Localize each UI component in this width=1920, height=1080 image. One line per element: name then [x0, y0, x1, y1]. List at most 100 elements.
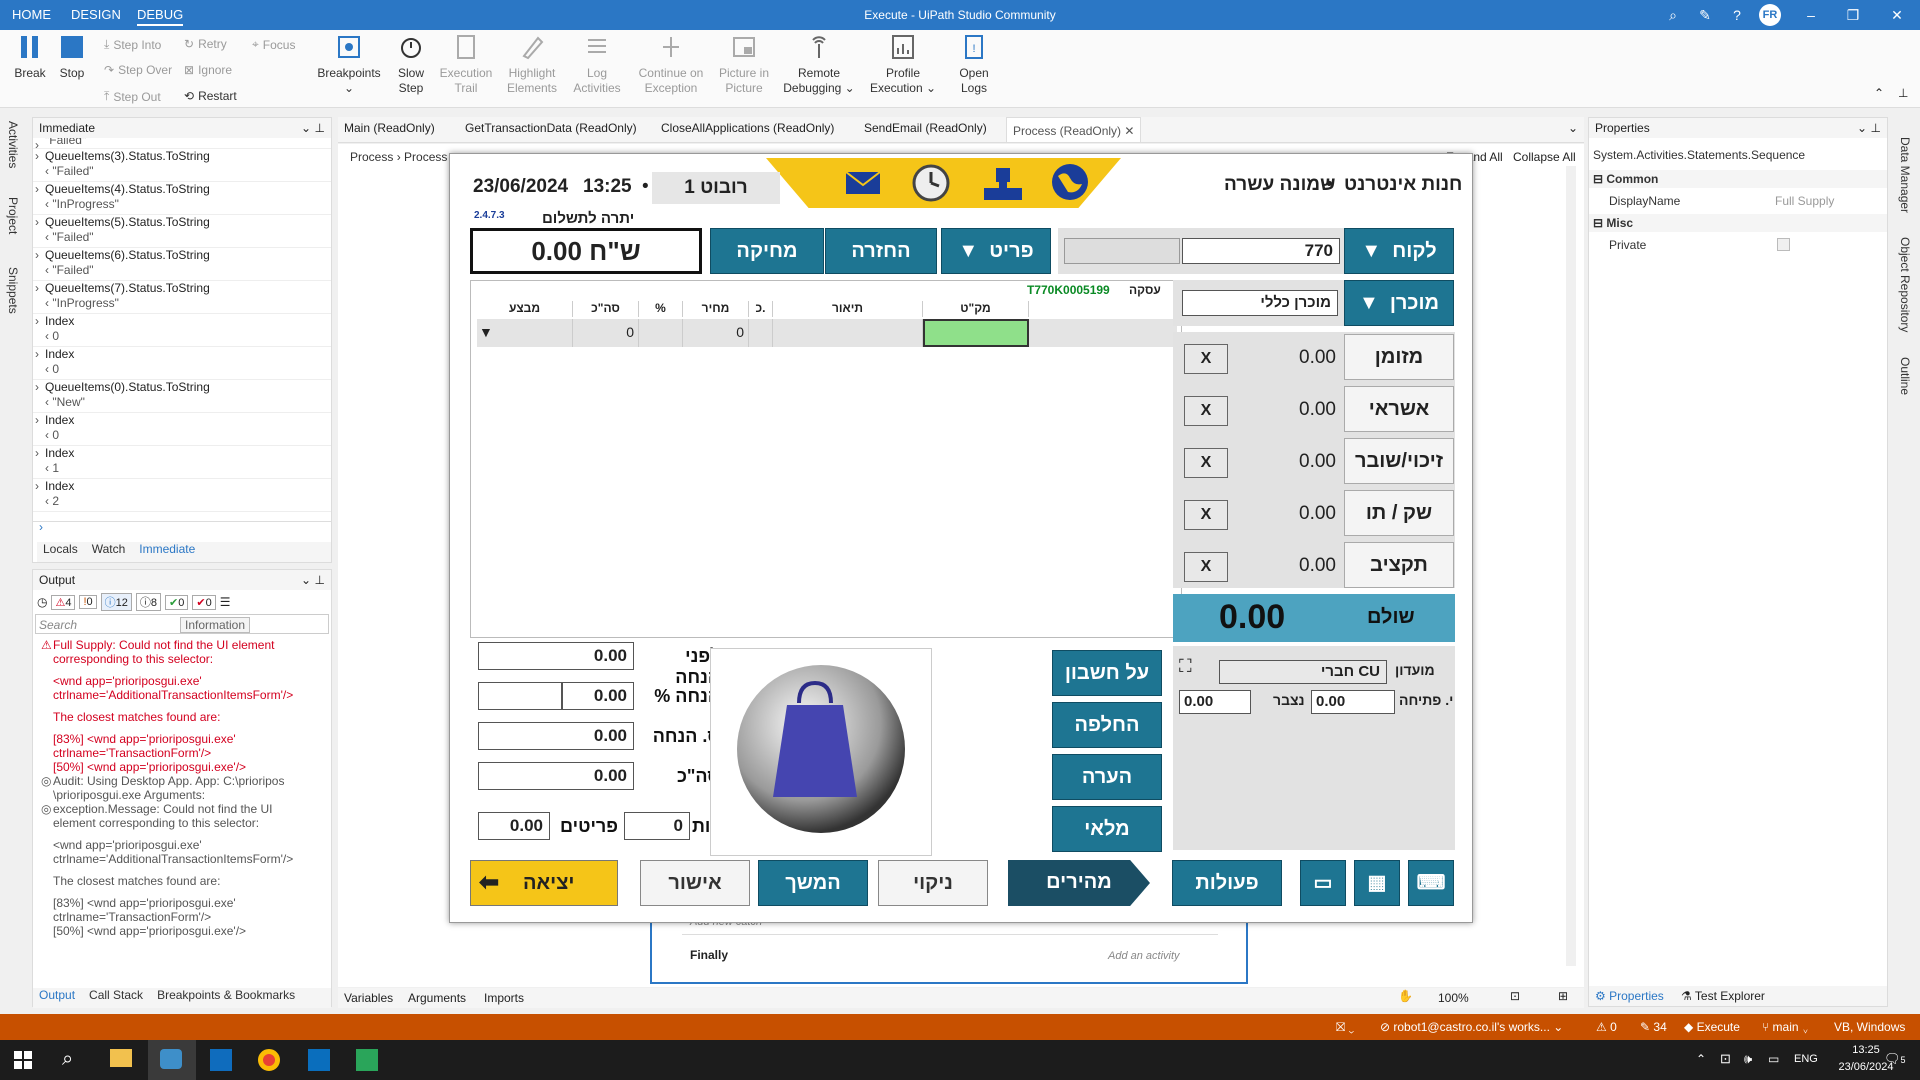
side-button[interactable]: מלאי: [1052, 806, 1162, 852]
podium-icon[interactable]: [982, 164, 1024, 202]
expand-icon[interactable]: ›: [35, 314, 39, 329]
discount-pct-value[interactable]: 0.00: [562, 682, 634, 710]
card-button[interactable]: ▭: [1300, 860, 1346, 906]
exit-button[interactable]: ⬅ יציאה: [470, 860, 618, 906]
pin-icon[interactable]: ⊥: [315, 118, 325, 138]
prompt-icon[interactable]: ›: [39, 520, 43, 534]
try-catch-activity[interactable]: Add new catch Finally Add an activity: [650, 914, 1248, 984]
output-search[interactable]: Search Information: [35, 614, 329, 634]
approve-button[interactable]: אישור: [640, 860, 750, 906]
seller-input[interactable]: מוכרן כללי: [1182, 290, 1338, 316]
doc-tab-sendemail[interactable]: SendEmail (ReadOnly): [864, 121, 987, 135]
designer-scrollbar[interactable]: [1566, 166, 1576, 966]
media-player-icon[interactable]: [356, 1049, 378, 1071]
dropdown-icon[interactable]: ⌄: [1857, 118, 1867, 138]
immediate-entry[interactable]: › Index ‹ 0: [33, 347, 331, 380]
windows-icon[interactable]: [14, 1051, 32, 1069]
mail-icon[interactable]: [845, 170, 881, 196]
expand-icon[interactable]: ›: [35, 182, 39, 197]
execution-trail-button[interactable]: Execution Trail: [436, 34, 496, 96]
minimize-icon[interactable]: –: [1800, 4, 1822, 26]
arguments-tab[interactable]: Arguments: [408, 991, 466, 1005]
doc-tab-main[interactable]: Main (ReadOnly): [344, 121, 435, 135]
common-section[interactable]: ⊟ Common: [1589, 170, 1887, 188]
customer-button[interactable]: ▼ לקוח: [1344, 228, 1454, 274]
bug-icon[interactable]: ⛝ ⌄: [1336, 1020, 1354, 1035]
user-workspace[interactable]: ⊘ robot1@castro.co.il's works... ⌄: [1380, 1020, 1563, 1034]
execute-status[interactable]: ◆ Execute: [1684, 1020, 1740, 1034]
step-into-button[interactable]: ⤓ Step Into: [104, 37, 161, 52]
output-line[interactable]: <wnd app='prioriposgui.exe': [41, 838, 321, 852]
grid-cell[interactable]: [639, 319, 683, 347]
immediate-entry[interactable]: › QueueItems(4).Status.ToString ‹ "InProgr…: [33, 182, 331, 215]
dropdown-icon[interactable]: ⌄: [301, 118, 311, 138]
file-explorer-icon[interactable]: [110, 1049, 132, 1067]
expand-icon[interactable]: ⛶: [1179, 656, 1192, 677]
tab-locals[interactable]: Locals: [43, 542, 78, 562]
picture-in-picture-button[interactable]: Picture in Picture: [716, 34, 772, 96]
output-line[interactable]: <wnd app='prioriposgui.exe': [41, 674, 321, 688]
side-button[interactable]: הערה: [1052, 754, 1162, 800]
displayname-value[interactable]: Full Supply: [1775, 194, 1834, 208]
doc-tab-closeallapplications[interactable]: CloseAllApplications (ReadOnly): [661, 121, 834, 135]
clear-button[interactable]: ניקוי: [878, 860, 988, 906]
grid-cell[interactable]: [773, 319, 923, 347]
outlook-icon[interactable]: [210, 1049, 232, 1071]
changes-count[interactable]: ✎ 34: [1640, 1020, 1667, 1034]
club-input[interactable]: חברי CU: [1219, 660, 1387, 684]
success-filter[interactable]: ✔0: [165, 594, 189, 610]
language-indicator[interactable]: ENG: [1794, 1053, 1818, 1065]
grid-header-cell[interactable]: סה"כ: [573, 301, 639, 317]
focus-button[interactable]: ⌖ Focus: [252, 37, 295, 52]
pin-icon[interactable]: ⊥: [315, 570, 325, 590]
object-repository-tab[interactable]: Object Repository: [1898, 237, 1912, 332]
close-icon[interactable]: ✕: [1886, 4, 1908, 26]
help-icon[interactable]: ?: [1726, 4, 1748, 26]
warning-filter[interactable]: !0: [79, 595, 97, 609]
warnings-count[interactable]: ⚠ 0: [1596, 1020, 1617, 1034]
tab-test-explorer[interactable]: ⚗ Test Explorer: [1681, 989, 1765, 1003]
expand-icon[interactable]: ›: [35, 215, 39, 230]
clear-payment-button[interactable]: X: [1184, 344, 1228, 374]
payment-1-button[interactable]: אשראי: [1344, 386, 1454, 432]
tray-chevron-icon[interactable]: ⌃: [1696, 1052, 1706, 1066]
output-line[interactable]: [50%] <wnd app='prioriposgui.exe'/>: [41, 760, 321, 774]
side-button[interactable]: על חשבון: [1052, 650, 1162, 696]
expand-icon[interactable]: ›: [35, 248, 39, 263]
branch[interactable]: ⑂ main ⌄: [1762, 1020, 1809, 1034]
grid-cell[interactable]: 0: [683, 319, 749, 347]
keyboard-button[interactable]: ⌨: [1408, 860, 1454, 906]
quick-button[interactable]: מהירים: [1008, 860, 1150, 906]
tab-design[interactable]: DESIGN: [71, 7, 121, 22]
discount-pct-blank[interactable]: [478, 682, 562, 710]
output-line[interactable]: ◎ Audit: Using Desktop App. App: C:\prior…: [41, 774, 321, 788]
side-button[interactable]: החלפה: [1052, 702, 1162, 748]
output-line[interactable]: The closest matches found are:: [41, 874, 321, 888]
clear-payment-button[interactable]: X: [1184, 448, 1228, 478]
payment-2-button[interactable]: זיכוי/שובר: [1344, 438, 1454, 484]
expand-icon[interactable]: ›: [35, 149, 39, 164]
tabs-dropdown-icon[interactable]: ⌄: [1568, 121, 1578, 135]
output-line[interactable]: ctrlname='TransactionForm'/>: [41, 910, 321, 924]
continue-button[interactable]: המשך: [758, 860, 868, 906]
clock-icon[interactable]: [912, 164, 950, 202]
profile-execution-button[interactable]: Profile Execution ⌄: [868, 34, 938, 96]
immediate-entry[interactable]: › "Failed": [33, 138, 331, 152]
expand-icon[interactable]: ›: [35, 281, 39, 296]
calculator-button[interactable]: ▦: [1354, 860, 1400, 906]
info-filter[interactable]: ⓘ12: [100, 593, 132, 611]
log-activities-button[interactable]: Log Activities: [568, 34, 626, 96]
immediate-entry[interactable]: › Index ‹ 1: [33, 446, 331, 479]
opening-input[interactable]: 0.00: [1311, 690, 1395, 714]
payment-3-button[interactable]: שק / תו: [1344, 490, 1454, 536]
clear-payment-button[interactable]: X: [1184, 552, 1228, 582]
immediate-entry[interactable]: › QueueItems(0).Status.ToString ‹ "New": [33, 380, 331, 413]
expand-icon[interactable]: ›: [35, 479, 39, 494]
grid-cell[interactable]: 0: [573, 319, 639, 347]
grid-row[interactable]: ▼ 0 0: [477, 319, 1177, 347]
grid-header-cell[interactable]: %: [639, 301, 683, 317]
expand-icon[interactable]: ›: [35, 347, 39, 362]
trace-filter[interactable]: ⓘ8: [135, 593, 162, 611]
collapse-ribbon-icon[interactable]: ⌃: [1874, 86, 1884, 100]
globe-icon[interactable]: [1050, 162, 1090, 202]
